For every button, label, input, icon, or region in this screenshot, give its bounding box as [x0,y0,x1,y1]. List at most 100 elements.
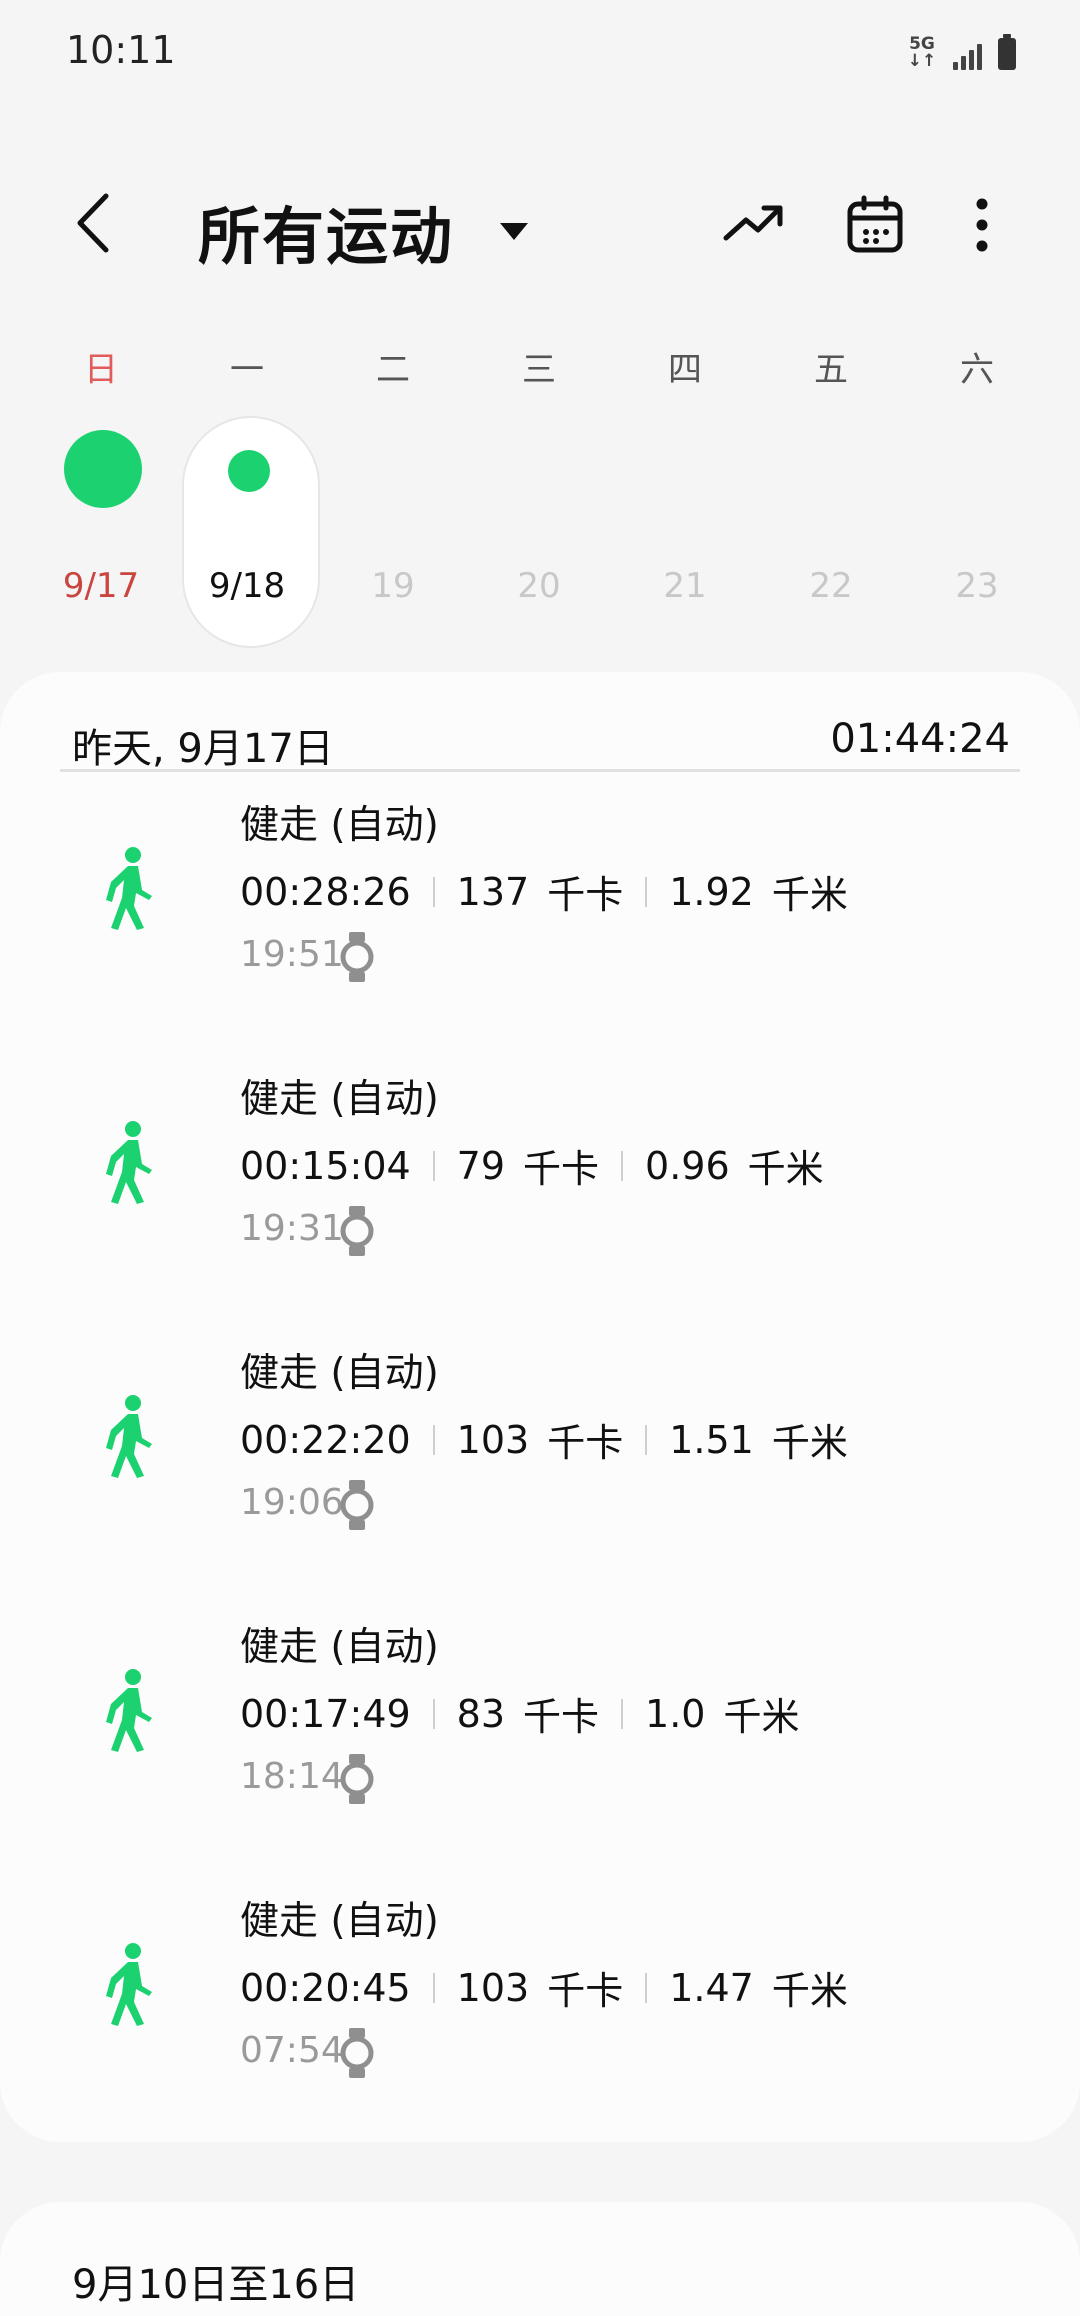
workout-stats: 00:20:45 103 千卡 1.47 千米 [240,1960,848,2015]
stat-separator [432,1424,435,1455]
status-icons: 5G ↓↑ [907,34,1016,71]
workout-start-time: 19:51 [240,934,344,975]
app-header: 所有运动 [0,170,1080,280]
page-title: 所有运动 [198,200,455,273]
stat-separator [645,1972,648,2003]
workout-calories: 103 [456,1417,530,1462]
trend-button[interactable] [722,192,788,258]
workout-start-time: 19:31 [240,1208,344,1249]
workout-entry[interactable]: 健走 (自动) 00:15:04 79 千卡 0.96 千米 19:31 [0,1056,1080,1306]
day-label: 日 [84,350,118,390]
workout-duration: 00:28:26 [240,869,411,914]
day-workouts-card: 昨天, 9月17日 01:44:24 健走 (自动) 00:28:26 137 … [0,672,1080,2142]
status-bar: 10:11 5G ↓↑ [0,0,1080,110]
day-date: 19 [371,566,415,606]
workout-distance: 1.47 [669,1965,754,2010]
workout-filter-dropdown[interactable]: 所有运动 [198,186,529,276]
distance-unit: 千米 [747,1147,824,1191]
day-label: 一 [230,350,264,390]
stat-separator [432,876,435,907]
watch-icon [340,1754,374,1804]
workout-stats: 00:28:26 137 千卡 1.92 千米 [240,864,848,919]
section-date-range: 9月10日至16日 [72,2262,360,2308]
stat-separator [432,1150,435,1181]
day-date: 23 [955,566,999,606]
day-date: 22 [809,566,853,606]
workout-entry[interactable]: 健走 (自动) 00:20:45 103 千卡 1.47 千米 07:54 [0,1878,1080,2128]
walking-icon [106,1395,152,1478]
section-date: 昨天, 9月17日 [72,726,334,772]
activity-dot-large [64,430,142,508]
workout-start-time: 19:06 [240,1482,344,1523]
day-date: 20 [517,566,561,606]
workout-distance: 1.92 [669,869,754,914]
workout-stats: 00:15:04 79 千卡 0.96 千米 [240,1138,824,1193]
stat-separator [621,1698,624,1729]
walking-icon [106,1943,152,2026]
workout-start-time: 18:14 [240,1756,344,1797]
workout-duration: 00:15:04 [240,1143,411,1188]
divider [60,769,1020,772]
day-label: 三 [522,350,556,390]
watch-icon [340,1480,374,1530]
previous-week-card[interactable]: 9月10日至16日 [0,2202,1080,2316]
day-sat[interactable]: 六 23 [904,330,1050,650]
day-fri[interactable]: 五 22 [758,330,904,650]
calories-unit: 千卡 [523,1695,600,1739]
back-button[interactable] [66,188,126,258]
workout-calories: 137 [456,869,530,914]
distance-unit: 千米 [771,1969,848,2013]
walking-icon [106,1669,152,1752]
distance-unit: 千米 [723,1695,800,1739]
day-label: 二 [376,350,410,390]
day-label: 四 [668,350,702,390]
day-date: 9/18 [208,566,286,606]
distance-unit: 千米 [771,1421,848,1465]
card-header: 昨天, 9月17日 01:44:24 [72,696,1012,786]
day-tue[interactable]: 二 19 [320,330,466,650]
caret-down-icon [500,222,529,240]
calendar-icon [847,195,903,253]
workout-title: 健走 (自动) [240,803,439,848]
workout-distance: 0.96 [645,1143,730,1188]
distance-unit: 千米 [771,873,848,917]
workout-duration: 00:17:49 [240,1691,411,1736]
workout-entry[interactable]: 健走 (自动) 00:22:20 103 千卡 1.51 千米 19:06 [0,1330,1080,1580]
workout-calories: 83 [456,1691,506,1736]
workout-calories: 103 [456,1965,530,2010]
day-wed[interactable]: 三 20 [466,330,612,650]
workout-title: 健走 (自动) [240,1351,439,1396]
workout-start-time: 07:54 [240,2030,344,2071]
workout-title: 健走 (自动) [240,1077,439,1122]
workout-duration: 00:20:45 [240,1965,411,2010]
workout-entry[interactable]: 健走 (自动) 00:28:26 137 千卡 1.92 千米 19:51 [0,782,1080,1032]
day-thu[interactable]: 四 21 [612,330,758,650]
more-options-button[interactable] [952,192,1012,258]
calories-unit: 千卡 [547,1969,624,2013]
stat-separator [432,1698,435,1729]
calories-unit: 千卡 [547,873,624,917]
section-total-duration: 01:44:24 [830,716,1010,762]
week-strip: 日 9/17 一 9/18 二 19 三 20 四 21 五 22 六 23 [0,330,1080,660]
day-label: 五 [814,350,848,390]
watch-icon [340,932,374,982]
calendar-button[interactable] [842,192,908,258]
workout-stats: 00:22:20 103 千卡 1.51 千米 [240,1412,848,1467]
stat-separator [645,1424,648,1455]
stat-separator [432,1972,435,2003]
workout-title: 健走 (自动) [240,1899,439,1944]
calories-unit: 千卡 [523,1147,600,1191]
chevron-left-icon [77,193,109,253]
status-time: 10:11 [66,28,176,72]
day-date: 21 [663,566,707,606]
stat-separator [645,876,648,907]
day-label: 六 [960,350,994,390]
data-arrows-icon: ↓↑ [907,51,937,71]
activity-dot-small [228,450,270,492]
workout-entry[interactable]: 健走 (自动) 00:17:49 83 千卡 1.0 千米 18:14 [0,1604,1080,1854]
walking-icon [106,1121,152,1204]
stat-separator [621,1150,624,1181]
calories-unit: 千卡 [547,1421,624,1465]
workout-calories: 79 [456,1143,506,1188]
watch-icon [340,1206,374,1256]
